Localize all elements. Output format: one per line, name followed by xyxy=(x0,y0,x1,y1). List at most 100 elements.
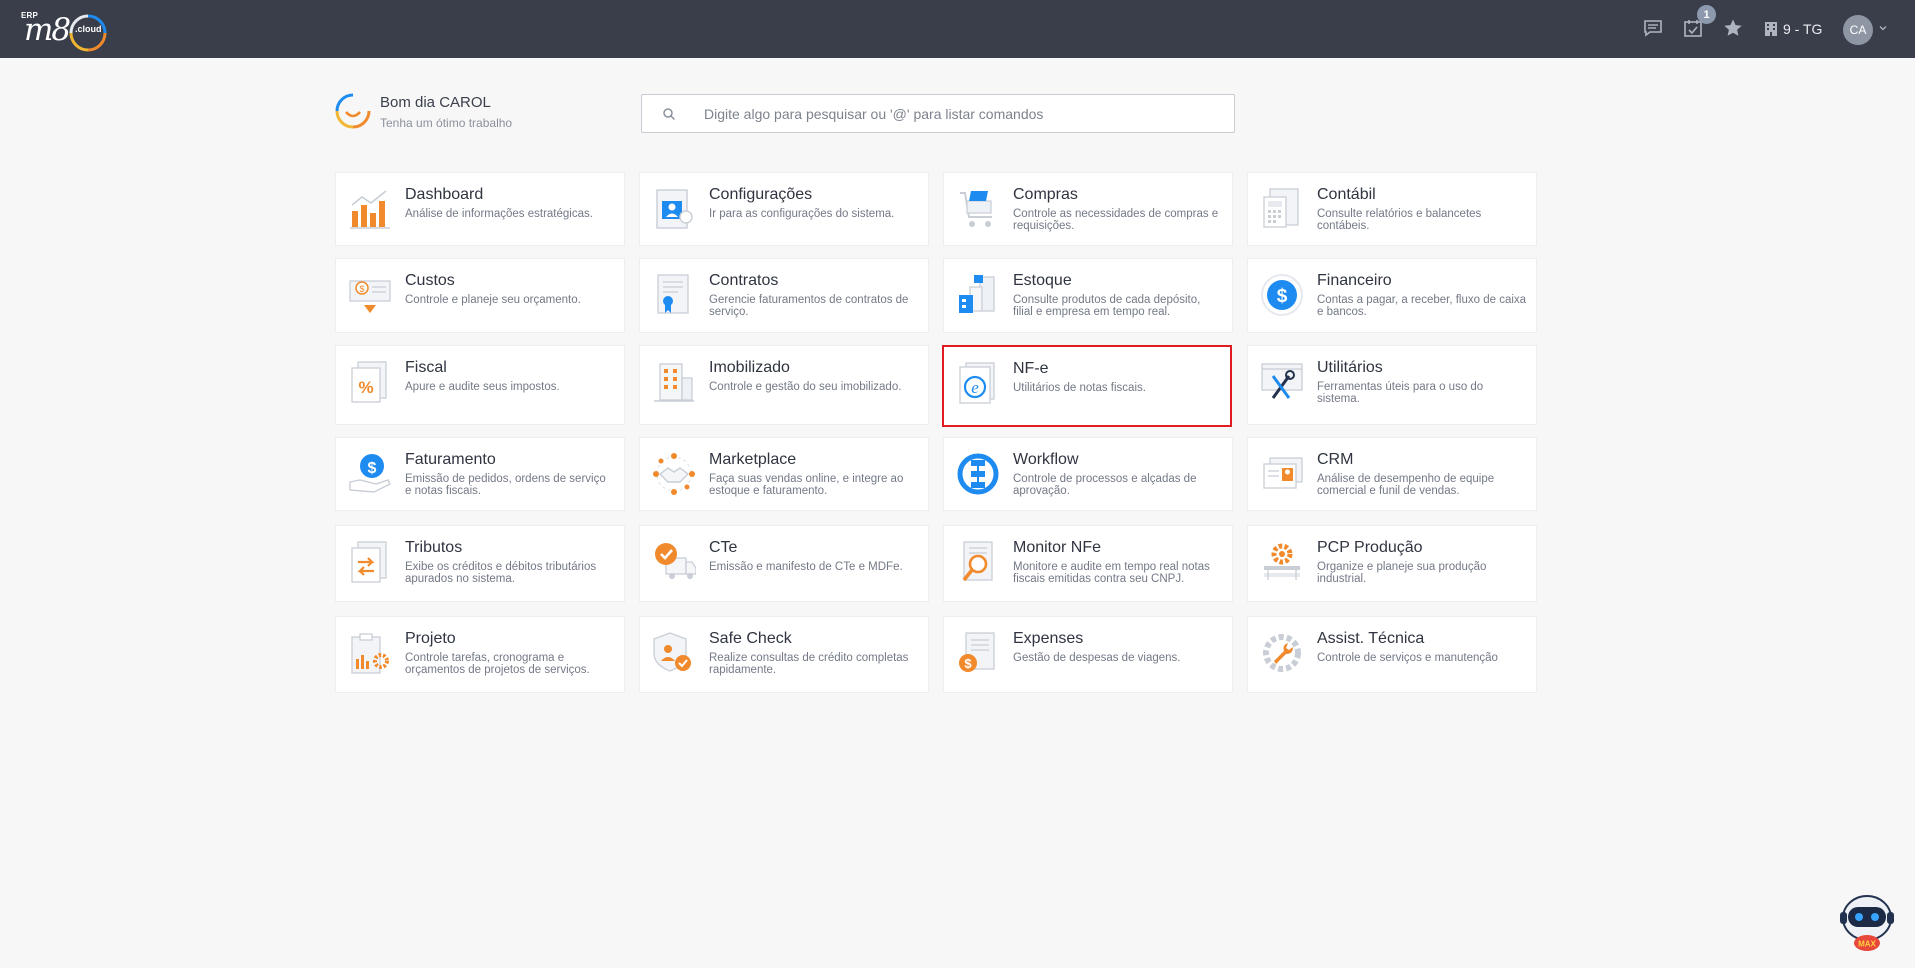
module-tile-safe-check[interactable]: Safe Check Realize consultas de crédito c… xyxy=(639,616,929,693)
module-tile-estoque[interactable]: Estoque Consulte produtos de cada depósit… xyxy=(943,258,1233,333)
module-title: NF-e xyxy=(1013,360,1049,377)
tools-icon xyxy=(1261,363,1303,399)
module-title: Tributos xyxy=(405,539,463,556)
module-title: Configurações xyxy=(709,186,813,203)
dashboard-chart-icon xyxy=(350,190,390,229)
module-tile-dashboard[interactable]: Dashboard Análise de informações estratég… xyxy=(335,172,625,246)
building-icon xyxy=(654,363,694,402)
module-tile-contábil[interactable]: Contábil Consulte relatórios e balancetes… xyxy=(1247,172,1537,246)
calculator-document-icon xyxy=(1263,188,1299,228)
module-title: Compras xyxy=(1013,186,1078,203)
module-tile-cte[interactable]: CTe Emissão e manifesto de CTe e MDFe. xyxy=(639,525,929,602)
module-title: Financeiro xyxy=(1317,272,1392,289)
module-title: Fiscal xyxy=(405,359,447,376)
max-assistant-icon[interactable]: MAX xyxy=(1836,888,1898,954)
greeting-subtitle: Tenha um ótimo trabalho xyxy=(380,116,513,130)
module-title: Projeto xyxy=(405,630,456,647)
svg-text:$: $ xyxy=(359,284,364,294)
workflow-icon xyxy=(957,453,999,495)
module-title: Estoque xyxy=(1013,272,1072,289)
production-gear-icon xyxy=(1264,543,1300,580)
module-tile-faturamento[interactable]: $ Faturamento Emissão de pedidos, ordens d… xyxy=(335,437,625,511)
module-tile-pcp-produção[interactable]: PCP Produção Organize e planeje sua produ… xyxy=(1247,525,1537,602)
module-title: CRM xyxy=(1317,451,1354,468)
crm-contact-icon xyxy=(1263,457,1303,489)
billing-hand-icon: $ xyxy=(349,454,391,493)
module-tile-custos[interactable]: $ Custos Controle e planeje seu orçamento. xyxy=(335,258,625,333)
star-icon[interactable] xyxy=(1720,15,1746,41)
chevron-down-icon[interactable] xyxy=(1878,23,1888,33)
module-description: Emissão de pedidos, ordens de serviço e … xyxy=(405,473,606,497)
svg-text:%: % xyxy=(358,378,373,397)
greeting-title: Bom dia CAROL xyxy=(380,94,491,111)
module-description: Controle as necessidades de compras e re… xyxy=(1013,208,1219,232)
erp-logo[interactable]: ERP m8 .cloud xyxy=(20,10,112,52)
module-tile-nf-e[interactable]: e NF-e Utilitários de notas fiscais. xyxy=(942,345,1232,427)
module-description: Gerencie faturamentos de contratos de se… xyxy=(709,294,909,318)
module-tile-monitor-nfe[interactable]: Monitor NFe Monitore e audite em tempo re… xyxy=(943,525,1233,602)
module-title: Marketplace xyxy=(709,451,797,468)
settings-profile-icon xyxy=(656,189,693,229)
user-avatar[interactable]: CA xyxy=(1843,15,1873,45)
module-description: Consulte relatórios e balancetes contábe… xyxy=(1317,208,1482,232)
nfe-document-icon: e xyxy=(959,362,995,404)
module-description: Análise de informações estratégicas. xyxy=(405,208,593,220)
tax-arrows-icon xyxy=(351,541,387,583)
module-description: Realize consultas de crédito completas r… xyxy=(709,652,909,676)
svg-text:e: e xyxy=(971,378,979,397)
module-tile-marketplace[interactable]: Marketplace Faça suas vendas online, e in… xyxy=(639,437,929,511)
module-tile-utilitários[interactable]: Utilitários Ferramentas úteis para o uso … xyxy=(1247,345,1537,425)
module-description: Controle de processos e alçadas de aprov… xyxy=(1013,473,1197,497)
search-icon xyxy=(663,108,676,121)
module-title: CTe xyxy=(709,539,738,556)
shopping-cart-icon xyxy=(960,191,992,227)
module-tile-expenses[interactable]: $ Expenses Gestão de despesas de viagens. xyxy=(943,616,1233,693)
svg-text:$: $ xyxy=(368,460,377,477)
contract-document-icon xyxy=(657,274,689,314)
logo-mark: m8 xyxy=(24,12,71,48)
module-tile-crm[interactable]: CRM Análise de desempenho de equipe comer… xyxy=(1247,437,1537,511)
cost-money-icon: $ xyxy=(349,280,391,313)
module-description: Ir para as configurações do sistema. xyxy=(709,208,895,220)
svg-text:$: $ xyxy=(1277,286,1288,307)
module-tile-assist-técnica[interactable]: Assist. Técnica Controle de serviços e ma… xyxy=(1247,616,1537,693)
svg-text:$: $ xyxy=(964,656,972,671)
logo-cloud-text: .cloud xyxy=(75,24,102,34)
module-title: Contratos xyxy=(709,272,779,289)
assistant-label: MAX xyxy=(1858,940,1876,949)
module-tile-compras[interactable]: Compras Controle as necessidades de compr… xyxy=(943,172,1233,246)
module-description: Apure e audite seus impostos. xyxy=(405,381,560,393)
warehouse-buildings-icon xyxy=(959,275,995,313)
module-tile-imobilizado[interactable]: Imobilizado Controle e gestão do seu imob… xyxy=(639,345,929,425)
module-tile-tributos[interactable]: Tributos Exibe os créditos e débitos trib… xyxy=(335,525,625,602)
top-bar: ERP m8 .cloud 1 9 - TG CA xyxy=(0,0,1915,58)
module-title: Dashboard xyxy=(405,186,484,203)
module-title: Contábil xyxy=(1317,186,1376,203)
module-tile-financeiro[interactable]: $ Financeiro Contas a pagar, a receber, fl… xyxy=(1247,258,1537,333)
module-description: Faça suas vendas online, e integre ao es… xyxy=(709,473,904,497)
module-tile-fiscal[interactable]: % Fiscal Apure e audite seus impostos. xyxy=(335,345,625,425)
module-description: Controle tarefas, cronograma e orçamento… xyxy=(405,652,590,676)
handshake-icon xyxy=(653,453,695,495)
notification-badge: 1 xyxy=(1697,5,1716,24)
shield-check-icon xyxy=(653,632,691,672)
search-input[interactable] xyxy=(704,95,1224,132)
company-selector[interactable]: 9 - TG xyxy=(1764,17,1822,41)
module-tile-contratos[interactable]: Contratos Gerencie faturamentos de contra… xyxy=(639,258,929,333)
module-title: Utilitários xyxy=(1317,359,1383,376)
chat-icon[interactable] xyxy=(1640,15,1666,41)
module-description: Consulte produtos de cada depósito, fili… xyxy=(1013,294,1201,318)
module-tile-projeto[interactable]: Projeto Controle tarefas, cronograma e or… xyxy=(335,616,625,693)
module-description: Gestão de despesas de viagens. xyxy=(1013,652,1181,664)
module-description: Monitore e audite em tempo real notas fi… xyxy=(1013,561,1210,585)
module-tile-workflow[interactable]: Workflow Controle de processos e alçadas … xyxy=(943,437,1233,511)
module-description: Exibe os créditos e débitos tributários … xyxy=(405,561,597,585)
module-title: Monitor NFe xyxy=(1013,539,1102,556)
command-search[interactable] xyxy=(641,94,1235,133)
module-description: Contas a pagar, a receber, fluxo de caix… xyxy=(1317,294,1527,318)
dollar-coin-icon: $ xyxy=(1261,274,1303,316)
module-description: Utilitários de notas fiscais. xyxy=(1013,382,1146,394)
greeting-logo-icon xyxy=(335,93,371,129)
wrench-gear-icon xyxy=(1263,634,1301,672)
module-tile-configurações[interactable]: Configurações Ir para as configurações do… xyxy=(639,172,929,246)
